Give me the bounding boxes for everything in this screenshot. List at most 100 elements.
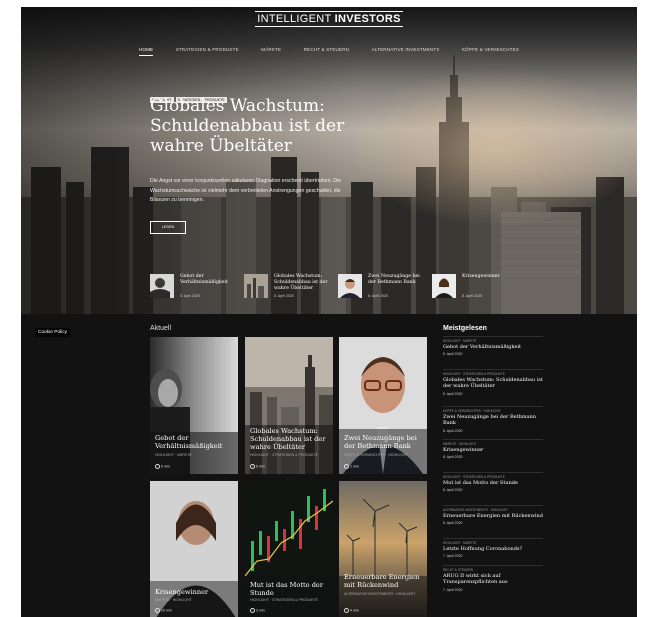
sidebar-item-title: Letzte Hoffnung Coronabonds? <box>443 546 523 552</box>
sidebar-item-category: KÖPFE & VERMISCHTES · HIGHLIGHT <box>443 409 501 413</box>
sidebar-item[interactable]: RECHT & STEUERN ARUG II wirkt sich auf T… <box>443 565 543 598</box>
featured-thumbnail <box>338 274 362 298</box>
nav-item-strategien[interactable]: STRATEGIEN & PRODUKTE <box>176 47 239 55</box>
sidebar-item-date: 8. April 2020 <box>443 428 463 433</box>
sidebar-item[interactable]: HIGHLIGHT · STRATEGIEN & PRODUKTE Global… <box>443 369 543 406</box>
featured-item[interactable]: Krisengewinner 8. April 2020 <box>432 274 517 302</box>
site-logo[interactable]: INTELLIGENT INVESTORS <box>21 11 637 27</box>
article-card[interactable]: Erneuerbare Energien mit Rückenwind ALTE… <box>339 481 427 617</box>
logo-text-light: INTELLIGENT <box>257 13 332 25</box>
hero-section: INTELLIGENT INVESTORS HOME STRATEGIEN & … <box>21 7 637 314</box>
card-reading-time: 10 min <box>155 608 172 613</box>
clock-icon <box>155 464 160 469</box>
nav-item-alternative[interactable]: ALTERNATIVE INVESTMENTS <box>372 47 440 55</box>
card-title: Gebot der Verhältnismäßigkeit <box>155 434 223 451</box>
card-reading-time: 6 min <box>250 464 265 469</box>
main-nav: HOME STRATEGIEN & PRODUKTE MÄRKTE RECHT … <box>21 38 637 56</box>
featured-thumbnail <box>432 274 456 298</box>
sidebar-item[interactable]: HIGHLIGHT · MÄRKTE Gebot der Verhältnism… <box>443 336 543 369</box>
featured-title: Gebot der Verhältnismäßigkeit <box>180 274 228 285</box>
sidebar-item-title: Erneuerbare Energien mit Rückenwind <box>443 513 543 519</box>
sidebar-item[interactable]: HIGHLIGHT · STRATEGIEN & PRODUKTE Mut is… <box>443 472 543 505</box>
article-card[interactable]: Globales Wachstum: Schuldenabbau ist der… <box>245 337 333 474</box>
cookie-policy-button[interactable]: Cookie Policy <box>35 328 71 337</box>
featured-item[interactable]: Globales Wachstum: Schuldenabbau ist der… <box>244 274 329 302</box>
card-title: Zwei Neuzugänge bei der Bethmann Bank <box>344 434 417 451</box>
card-title: Mut ist das Motto der Stunde <box>250 581 323 598</box>
sidebar-item-title: Globales Wachstum: Schuldenabbau ist der… <box>443 377 543 390</box>
article-card[interactable]: Mut ist das Motto der Stunde HIGHLIGHT ·… <box>245 481 333 617</box>
nav-item-maerkte[interactable]: MÄRKTE <box>261 47 281 55</box>
featured-date: 5. April 2020 <box>180 294 200 298</box>
card-category: ALTERNATIVE INVESTMENTS · HIGHLIGHT <box>344 592 416 596</box>
sidebar-title: Meistgelesen <box>443 325 487 332</box>
sidebar-item-date: 8. April 2020 <box>443 521 463 526</box>
nav-item-recht[interactable]: RECHT & STEUERN <box>304 47 349 55</box>
card-reading-time: 4 min <box>344 608 359 613</box>
nav-item-home[interactable]: HOME <box>138 47 154 56</box>
featured-date: 5. April 2020 <box>274 294 294 298</box>
card-category: HIGHLIGHT · STRATEGIEN & PRODUKTE <box>250 453 318 457</box>
section-heading: Aktuell <box>150 325 172 332</box>
clock-icon <box>155 608 160 613</box>
article-card[interactable]: Zwei Neuzugänge bei der Bethmann Bank KÖ… <box>339 337 427 474</box>
hero-headline[interactable]: Globales Wachstum: Schuldenabbau ist der… <box>150 96 370 156</box>
card-title: Erneuerbare Energien mit Rückenwind <box>344 573 420 590</box>
sidebar-item-date: 7. April 2020 <box>443 554 463 559</box>
sidebar-item-title: Krisengewinner <box>443 447 484 453</box>
featured-item[interactable]: Gebot der Verhältnismäßigkeit 5. April 2… <box>150 274 235 302</box>
sidebar-item-category: HIGHLIGHT · MÄRKTE <box>443 339 477 343</box>
most-read-sidebar: Meistgelesen HIGHLIGHT · MÄRKTE Gebot de… <box>443 325 543 598</box>
sidebar-item-title: Zwei Neuzugänge bei der Bethmann Bank <box>443 414 536 427</box>
read-button[interactable]: LESEN <box>150 221 186 234</box>
featured-title: Krisengewinner <box>462 274 500 279</box>
featured-title: Zwei Neuzugänge bei der Bethmann Bank <box>368 274 420 285</box>
clock-icon <box>250 464 255 469</box>
article-card[interactable]: Gebot der Verhältnismäßigkeit HIGHLIGHT … <box>150 337 238 474</box>
featured-date: 8. April 2020 <box>462 294 482 298</box>
article-card[interactable]: Krisengewinner MÄRKTE · HIGHLIGHT 10 min <box>150 481 238 617</box>
article-image <box>150 481 238 617</box>
reading-time-value: 3 min <box>256 608 265 613</box>
nav-item-koepfe[interactable]: KÖPFE & VERMISCHTES <box>462 47 519 55</box>
featured-thumbnail <box>150 274 174 298</box>
sidebar-item[interactable]: ALTERNATIVE INVESTMENTS · HIGHLIGHT Erne… <box>443 505 543 538</box>
sidebar-item-category: MÄRKTE · HIGHLIGHT <box>443 442 477 446</box>
sidebar-item-category: HIGHLIGHT · MÄRKTE <box>443 541 477 545</box>
reading-time-value: 6 min <box>161 464 170 469</box>
page-frame: INTELLIGENT INVESTORS HOME STRATEGIEN & … <box>21 7 637 617</box>
sidebar-item[interactable]: MÄRKTE · HIGHLIGHT Krisengewinner 8. Apr… <box>443 439 543 472</box>
sidebar-item[interactable]: HIGHLIGHT · MÄRKTE Letzte Hoffnung Coron… <box>443 538 543 565</box>
card-category: HIGHLIGHT · MÄRKTE <box>155 453 192 457</box>
card-title: Globales Wachstum: Schuldenabbau ist der… <box>250 427 326 452</box>
sidebar-item-date: 5. April 2020 <box>443 391 463 396</box>
featured-date: 8. April 2020 <box>368 294 388 298</box>
featured-thumbnail <box>244 274 268 298</box>
card-category: MÄRKTE · HIGHLIGHT <box>155 598 192 602</box>
sidebar-item-category: RECHT & STEUERN <box>443 568 474 572</box>
card-reading-time: 6 min <box>155 464 170 469</box>
clock-icon <box>250 608 255 613</box>
reading-time-value: 4 min <box>350 608 359 613</box>
sidebar-item-title: Mut ist das Motto der Stunde <box>443 480 518 486</box>
card-category: KÖPFE & VERMISCHTES · HIGHLIGHT <box>344 453 408 457</box>
article-image <box>339 481 427 617</box>
clock-icon <box>344 464 349 469</box>
sidebar-item-date: 5. April 2020 <box>443 352 463 357</box>
sunlight-glow <box>351 67 637 227</box>
sidebar-item-category: HIGHLIGHT · STRATEGIEN & PRODUKTE <box>443 475 505 479</box>
reading-time-value: 6 min <box>256 464 265 469</box>
sidebar-item-date: 8. April 2020 <box>443 488 463 493</box>
featured-item[interactable]: Zwei Neuzugänge bei der Bethmann Bank 8.… <box>338 274 423 302</box>
sidebar-item[interactable]: KÖPFE & VERMISCHTES · HIGHLIGHT Zwei Neu… <box>443 406 543 439</box>
reading-time-value: 10 min <box>161 608 172 613</box>
sidebar-item-date: 8. April 2020 <box>443 455 463 460</box>
sidebar-item-title: ARUG II wirkt sich auf Transparenzpflich… <box>443 573 508 586</box>
sidebar-item-title: Gebot der Verhältnismäßigkeit <box>443 344 522 350</box>
card-reading-time: 2 min <box>344 464 359 469</box>
sidebar-item-category: HIGHLIGHT · STRATEGIEN & PRODUKTE <box>443 372 505 376</box>
card-category: HIGHLIGHT · STRATEGIEN & PRODUKTE <box>250 598 318 602</box>
logo-text-bold: INVESTORS <box>334 13 401 25</box>
sidebar-item-date: 7. April 2020 <box>443 587 463 592</box>
card-title: Krisengewinner <box>155 588 209 596</box>
